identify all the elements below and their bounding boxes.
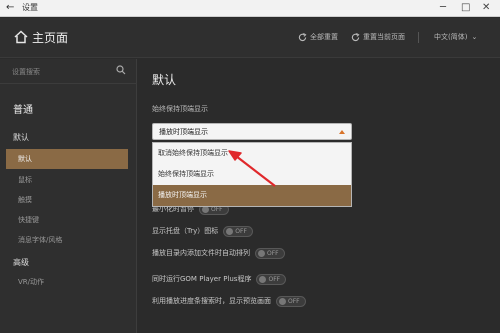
sidebar-item-shortcuts[interactable]: 快捷键 xyxy=(6,210,128,230)
caret-up-icon xyxy=(339,130,345,134)
back-arrow-icon[interactable]: ← xyxy=(6,2,14,14)
home-icon xyxy=(14,30,28,44)
sidebar-item-message-font[interactable]: 消息字体/风格 xyxy=(6,230,128,250)
tray-icon-toggle[interactable]: OFF xyxy=(223,225,254,237)
refresh-icon xyxy=(298,33,307,42)
dropdown-option-cancel-on-top[interactable]: 取消始终保持顶端显示 xyxy=(153,143,351,164)
reset-all-button[interactable]: 全部重置 xyxy=(298,32,338,43)
settings-content: 默认 始终保持顶端显示 播放时顶端显示 最小化时暂停 OFF 显示托盘（Try）… xyxy=(138,59,500,333)
title-bar: ← 设置 ─ □ ✕ xyxy=(0,0,500,17)
page-title: 默认 xyxy=(152,73,177,87)
setting-label: 同时运行GOM Player Plus程序 xyxy=(152,275,252,283)
setting-row-run-plus: 同时运行GOM Player Plus程序 OFF xyxy=(152,273,287,285)
sidebar-item-default[interactable]: 默认 xyxy=(6,149,128,169)
toggle-knob xyxy=(202,206,209,213)
always-on-top-select[interactable]: 播放时顶端显示 xyxy=(152,123,352,140)
maximize-icon[interactable]: □ xyxy=(461,1,470,15)
sidebar-heading-general: 普通 xyxy=(13,105,33,116)
setting-label: 显示托盘（Try）图标 xyxy=(152,227,219,235)
sidebar-section-advanced[interactable]: 高级 xyxy=(13,257,29,268)
divider xyxy=(418,32,419,43)
dropdown-option-on-top-while-playing[interactable]: 播放时顶端显示 xyxy=(153,185,351,206)
close-icon[interactable]: ✕ xyxy=(482,1,490,15)
language-select[interactable]: 中文(简体) ⌄ xyxy=(434,32,477,43)
setting-label: 利用播放进度条搜索时，显示预览画面 xyxy=(152,297,271,305)
select-value: 播放时顶端显示 xyxy=(159,128,208,136)
run-plus-toggle[interactable]: OFF xyxy=(256,273,287,285)
reset-page-label: 重置当前页面 xyxy=(363,33,405,41)
toggle-knob xyxy=(258,250,265,257)
page-header: 主页面 全部重置 重置当前页面 中文(简体) ⌄ xyxy=(0,18,500,58)
always-on-top-dropdown: 取消始终保持顶端显示 始终保持顶端显示 播放时顶端显示 xyxy=(152,142,352,207)
always-on-top-label: 始终保持顶端显示 xyxy=(152,105,208,113)
setting-row-preview: 利用播放进度条搜索时，显示预览画面 OFF xyxy=(152,295,306,307)
page-title-home: 主页面 xyxy=(32,31,69,45)
window-title: 设置 xyxy=(22,3,38,12)
refresh-icon xyxy=(351,33,360,42)
toggle-knob xyxy=(226,228,234,235)
toggle-state: OFF xyxy=(268,275,281,283)
auto-sort-toggle[interactable]: OFF xyxy=(255,247,285,259)
setting-row-tray-icon: 显示托盘（Try）图标 OFF xyxy=(152,225,254,237)
sidebar-section-default[interactable]: 默认 xyxy=(13,132,29,143)
toggle-state: OFF xyxy=(288,297,300,305)
toggle-knob xyxy=(279,298,286,305)
search-placeholder: 设置搜索 xyxy=(12,68,40,76)
reset-all-label: 全部重置 xyxy=(310,33,338,41)
settings-search-input[interactable]: 设置搜索 xyxy=(0,59,137,84)
sidebar-item-touch[interactable]: 触摸 xyxy=(6,190,128,210)
preview-toggle[interactable]: OFF xyxy=(276,295,306,307)
language-value: 中文(简体) xyxy=(434,33,468,41)
reset-page-button[interactable]: 重置当前页面 xyxy=(351,32,405,43)
toggle-knob xyxy=(259,276,267,283)
toggle-state: OFF xyxy=(267,249,279,257)
search-icon[interactable] xyxy=(116,65,126,75)
dropdown-option-always-on-top[interactable]: 始终保持顶端显示 xyxy=(153,164,351,185)
sidebar-item-mouse[interactable]: 鼠标 xyxy=(6,170,128,190)
chevron-down-icon: ⌄ xyxy=(471,33,478,41)
minimize-icon[interactable]: ─ xyxy=(440,1,446,15)
setting-row-auto-sort: 播放目录内添加文件时自动排列 OFF xyxy=(152,247,285,259)
setting-label: 播放目录内添加文件时自动排列 xyxy=(152,249,250,257)
sidebar-item-vr[interactable]: VR/动作 xyxy=(6,272,128,292)
sidebar: 设置搜索 普通 默认 默认 鼠标 触摸 快捷键 消息字体/风格 高级 VR/动作 xyxy=(0,59,137,333)
toggle-state: OFF xyxy=(235,227,247,235)
